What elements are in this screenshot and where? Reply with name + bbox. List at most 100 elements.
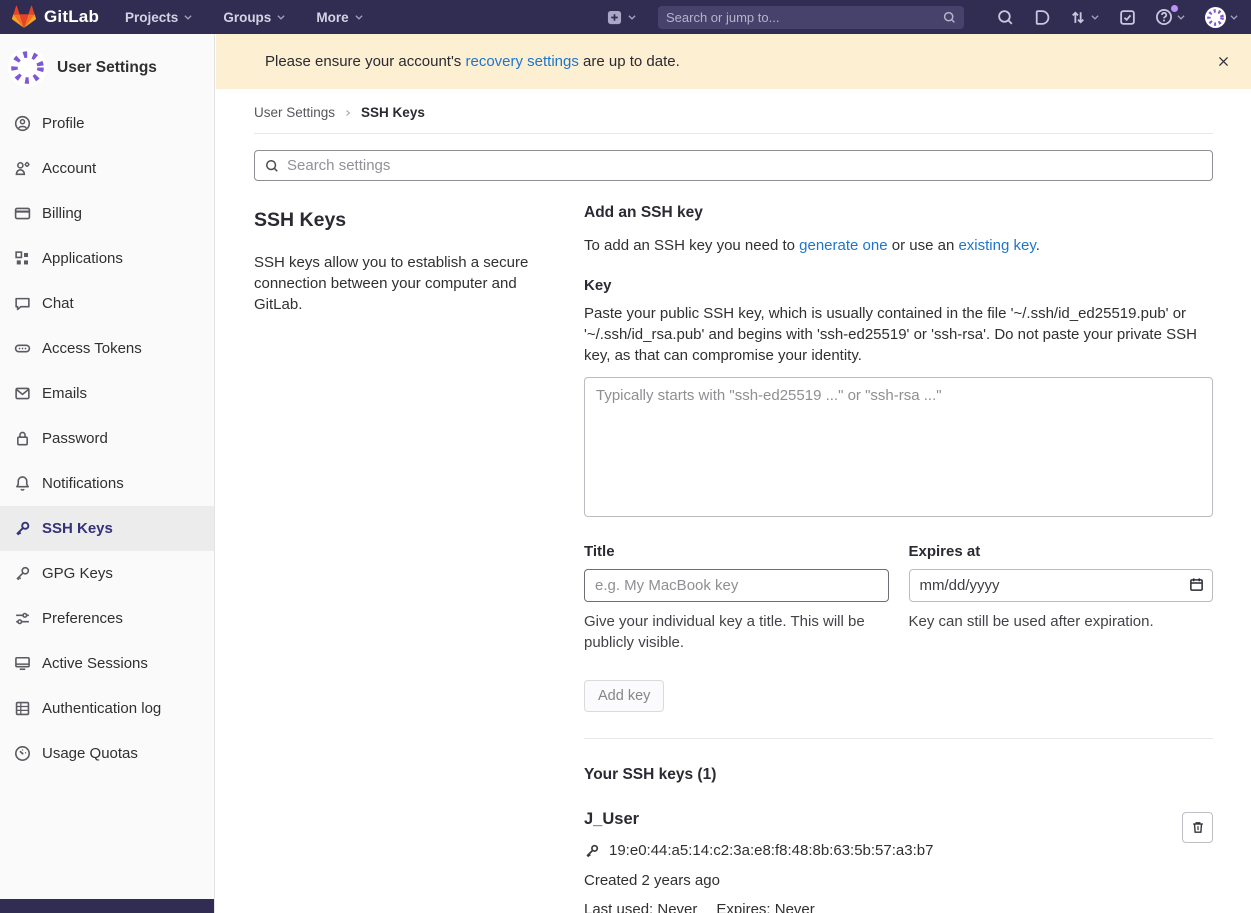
sidebar-item-authentication-log[interactable]: Authentication log [0, 686, 214, 731]
global-search-input[interactable] [666, 10, 937, 25]
usage-quotas-icon [14, 745, 31, 762]
sidebar-header: User Settings [0, 34, 214, 101]
user-menu[interactable] [1205, 7, 1239, 28]
avatar [1205, 7, 1226, 28]
title-field-help: Give your individual key a title. This w… [584, 611, 889, 653]
delete-key-button[interactable] [1182, 812, 1213, 843]
key-icon [584, 843, 600, 859]
add-key-button[interactable]: Add key [584, 680, 664, 712]
new-menu-button[interactable] [607, 10, 637, 25]
primary-nav: Projects Groups More [125, 10, 364, 25]
sidebar-item-profile[interactable]: Profile [0, 101, 214, 146]
active-sessions-icon [14, 655, 31, 672]
banner-text: Please ensure your account's [265, 53, 465, 70]
notification-dot [1171, 5, 1178, 12]
main-content: Please ensure your account's recovery se… [216, 34, 1251, 913]
page-title: SSH Keys [254, 209, 554, 232]
chat-icon [14, 295, 31, 312]
sidebar-item-preferences[interactable]: Preferences [0, 596, 214, 641]
ssh-key-textarea[interactable] [584, 377, 1213, 517]
todos-icon[interactable] [1119, 9, 1136, 26]
sidebar-item-active-sessions[interactable]: Active Sessions [0, 641, 214, 686]
top-navbar: GitLab Projects Groups More [0, 0, 1251, 34]
key-field-help: Paste your public SSH key, which is usua… [584, 303, 1213, 366]
ssh-key-fingerprint: 19:e0:44:a5:14:c2:3a:e8:f8:48:8b:63:5b:5… [609, 842, 933, 859]
authentication-log-icon [14, 700, 31, 717]
tanuki-icon [12, 5, 36, 29]
title-field[interactable] [584, 569, 889, 602]
avatar [7, 47, 48, 88]
ssh-key-list-item: J_User 19:e0:44:a5:14:c2:3a:e8:f8:48:8b:… [584, 810, 1213, 913]
chevron-down-icon [1090, 12, 1100, 22]
nav-projects[interactable]: Projects [125, 10, 193, 25]
sidebar-item-ssh-keys[interactable]: SSH Keys [0, 506, 214, 551]
access-tokens-icon [14, 340, 31, 357]
ssh-key-last-used: Last used: Never [584, 901, 697, 913]
recovery-settings-link[interactable]: recovery settings [465, 53, 578, 70]
sidebar-item-gpg-keys[interactable]: GPG Keys [0, 551, 214, 596]
divider [584, 738, 1213, 739]
key-field-label: Key [584, 277, 1213, 294]
trash-icon [1191, 820, 1205, 835]
help-menu[interactable] [1155, 8, 1186, 26]
ssh-key-name: J_User [584, 810, 933, 829]
expires-at-field[interactable] [909, 569, 1214, 602]
existing-key-link[interactable]: existing key [958, 237, 1035, 254]
nav-more[interactable]: More [316, 10, 363, 25]
ssh-key-form-area: Add an SSH key To add an SSH key you nee… [584, 195, 1213, 913]
settings-sidebar: User Settings Profile Account Billing Ap… [0, 34, 215, 913]
breadcrumb-ssh-keys: SSH Keys [361, 105, 425, 120]
breadcrumb: User Settings SSH Keys [254, 89, 1213, 134]
expires-field-label: Expires at [909, 543, 1214, 560]
sidebar-item-password[interactable]: Password [0, 416, 214, 461]
nav-groups[interactable]: Groups [223, 10, 286, 25]
sidebar-title: User Settings [57, 59, 157, 77]
breadcrumb-user-settings[interactable]: User Settings [254, 105, 335, 120]
ssh-keys-icon [14, 520, 31, 537]
add-ssh-key-text: To add an SSH key you need to generate o… [584, 237, 1213, 254]
search-button[interactable] [997, 9, 1014, 26]
emails-icon [14, 385, 31, 402]
ssh-key-created: Created 2 years ago [584, 872, 933, 889]
close-icon[interactable] [1213, 51, 1234, 72]
chevron-down-icon [627, 12, 637, 22]
alert-banner: Please ensure your account's recovery se… [216, 34, 1251, 89]
calendar-icon[interactable] [1189, 577, 1204, 592]
chevron-down-icon [354, 12, 364, 22]
preferences-icon [14, 610, 31, 627]
generate-one-link[interactable]: generate one [799, 237, 887, 254]
collapse-sidebar-bar[interactable] [0, 899, 214, 913]
your-ssh-keys-heading: Your SSH keys (1) [584, 766, 1213, 784]
settings-search-input[interactable] [287, 157, 1202, 174]
section-info: SSH Keys SSH keys allow you to establish… [254, 195, 554, 913]
gpg-keys-icon [14, 565, 31, 582]
gitlab-wordmark: GitLab [44, 7, 99, 27]
sidebar-item-applications[interactable]: Applications [0, 236, 214, 281]
global-search[interactable] [658, 6, 964, 29]
billing-icon [14, 205, 31, 222]
sidebar-item-emails[interactable]: Emails [0, 371, 214, 416]
sidebar-item-access-tokens[interactable]: Access Tokens [0, 326, 214, 371]
settings-search [254, 150, 1213, 181]
sidebar-item-account[interactable]: Account [0, 146, 214, 191]
add-ssh-key-heading: Add an SSH key [584, 204, 1213, 222]
issues-icon[interactable] [1033, 9, 1050, 26]
sidebar-item-billing[interactable]: Billing [0, 191, 214, 236]
gitlab-logo[interactable]: GitLab [12, 5, 99, 29]
sidebar-item-notifications[interactable]: Notifications [0, 461, 214, 506]
banner-text: are up to date. [579, 53, 680, 70]
sidebar-item-usage-quotas[interactable]: Usage Quotas [0, 731, 214, 776]
chevron-down-icon [1176, 12, 1186, 22]
ssh-key-expires: Expires: Never [716, 901, 814, 913]
merge-requests-menu[interactable] [1069, 9, 1100, 26]
navbar-right [607, 6, 1239, 29]
search-icon [943, 11, 956, 24]
section-description: SSH keys allow you to establish a secure… [254, 252, 554, 315]
chevron-down-icon [1229, 12, 1239, 22]
chevron-right-icon [344, 109, 352, 117]
chevron-down-icon [276, 12, 286, 22]
profile-icon [14, 115, 31, 132]
applications-icon [14, 250, 31, 267]
notifications-icon [14, 475, 31, 492]
sidebar-item-chat[interactable]: Chat [0, 281, 214, 326]
